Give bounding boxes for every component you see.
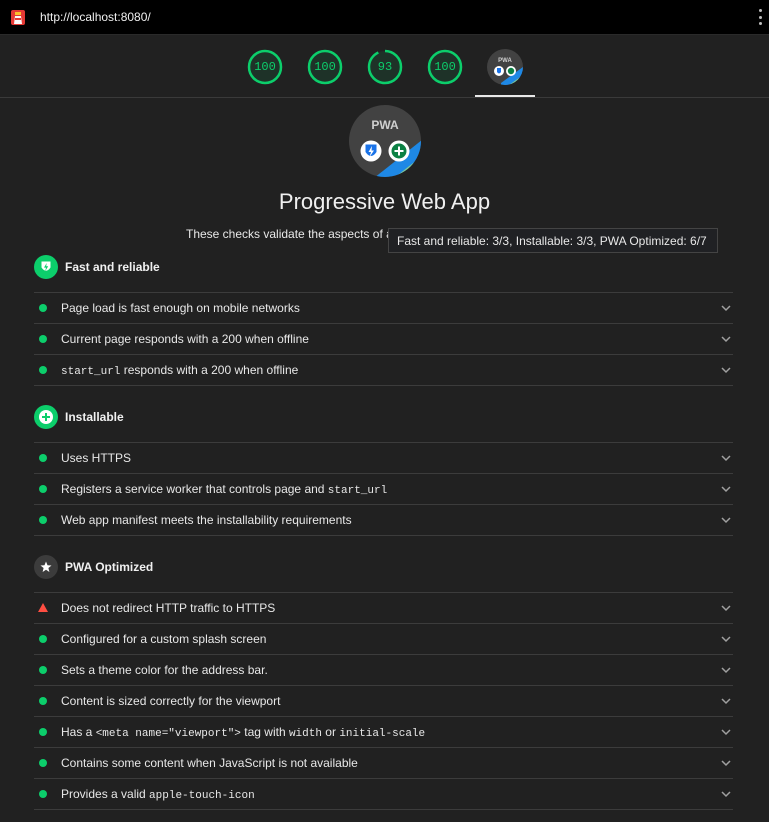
pass-status-icon	[39, 304, 47, 312]
audit-title: Contains some content when JavaScript is…	[61, 756, 358, 770]
fail-status-icon	[38, 603, 48, 612]
pass-status-icon	[39, 635, 47, 643]
audit-title: start_url responds with a 200 when offli…	[61, 363, 299, 378]
score-value: 100	[434, 60, 456, 74]
score-gauge[interactable]: 100	[307, 49, 343, 85]
audit-row[interactable]: Content is sized correctly for the viewp…	[34, 685, 733, 716]
category-description: These checks validate the aspects of a	[186, 227, 393, 241]
pass-status-icon	[39, 790, 47, 798]
pass-status-icon	[39, 728, 47, 736]
audit-title: Content is sized correctly for the viewp…	[61, 694, 281, 708]
chevron-down-icon[interactable]	[719, 756, 733, 770]
audit-row[interactable]: start_url responds with a 200 when offli…	[34, 354, 733, 386]
pass-status-icon	[39, 666, 47, 674]
chevron-down-icon[interactable]	[719, 482, 733, 496]
audit-row[interactable]: Configured for a custom splash screen	[34, 623, 733, 654]
audit-row[interactable]: Does not redirect HTTP traffic to HTTPS	[34, 592, 733, 623]
more-options-icon[interactable]	[759, 9, 763, 25]
pwa-category-icon: PWA	[349, 105, 421, 177]
group-title: Fast and reliable	[65, 260, 160, 274]
audit-title: Uses HTTPS	[61, 451, 132, 465]
pass-status-icon	[39, 697, 47, 705]
audit-row[interactable]: Uses HTTPS	[34, 442, 733, 473]
chevron-down-icon[interactable]	[719, 787, 733, 801]
audit-row[interactable]: Sets a theme color for the address bar.	[34, 654, 733, 685]
score-gauge[interactable]: 100	[427, 49, 463, 85]
audit-row[interactable]: Has a <meta name="viewport"> tag with wi…	[34, 716, 733, 747]
audit-row[interactable]: Provides a valid apple-touch-icon	[34, 778, 733, 810]
lighthouse-logo-icon	[11, 10, 25, 25]
pwa-badge-icon[interactable]: PWA	[487, 49, 523, 85]
pass-status-icon	[39, 366, 47, 374]
audit-title: Sets a theme color for the address bar.	[61, 663, 268, 677]
audit-row[interactable]: Page load is fast enough on mobile netwo…	[34, 292, 733, 323]
chevron-down-icon[interactable]	[719, 663, 733, 677]
chevron-down-icon[interactable]	[719, 451, 733, 465]
pass-status-icon	[39, 454, 47, 462]
audit-row[interactable]: Current page responds with a 200 when of…	[34, 323, 733, 354]
pass-status-icon	[39, 485, 47, 493]
audit-row[interactable]: Registers a service worker that controls…	[34, 473, 733, 504]
chevron-down-icon[interactable]	[719, 301, 733, 315]
chevron-down-icon[interactable]	[719, 632, 733, 646]
audit-title: Provides a valid apple-touch-icon	[61, 787, 255, 802]
chevron-down-icon[interactable]	[719, 694, 733, 708]
pass-status-icon	[39, 335, 47, 343]
score-tooltip: Fast and reliable: 3/3, Installable: 3/3…	[388, 228, 718, 253]
browser-bar: http://localhost:8080/	[0, 0, 769, 35]
svg-text:PWA: PWA	[371, 118, 399, 132]
chevron-down-icon[interactable]	[719, 332, 733, 346]
audit-row[interactable]: Web app manifest meets the installabilit…	[34, 504, 733, 536]
audit-title: Registers a service worker that controls…	[61, 482, 388, 497]
svg-text:PWA: PWA	[498, 58, 512, 64]
group-title: PWA Optimized	[65, 560, 154, 574]
audit-title: Web app manifest meets the installabilit…	[61, 513, 352, 527]
audit-title: Does not redirect HTTP traffic to HTTPS	[61, 601, 276, 615]
audit-title: Configured for a custom splash screen	[61, 632, 267, 646]
plus-circle-icon	[34, 405, 58, 429]
group-title: Installable	[65, 410, 124, 424]
audit-title: Has a <meta name="viewport"> tag with wi…	[61, 725, 426, 740]
chevron-down-icon[interactable]	[719, 601, 733, 615]
audit-row[interactable]: Contains some content when JavaScript is…	[34, 747, 733, 778]
star-icon	[34, 555, 58, 579]
score-gauge[interactable]: 100	[247, 49, 283, 85]
audit-title: Page load is fast enough on mobile netwo…	[61, 301, 300, 315]
score-value: 100	[314, 60, 336, 74]
page-title: Progressive Web App	[278, 189, 491, 214]
lightning-shield-icon	[34, 255, 58, 279]
pass-status-icon	[39, 516, 47, 524]
score-value: 100	[254, 60, 276, 74]
pass-status-icon	[39, 759, 47, 767]
score-header: 100 100 93 100 PWA	[0, 35, 769, 98]
chevron-down-icon[interactable]	[719, 725, 733, 739]
audit-title: Current page responds with a 200 when of…	[61, 332, 309, 346]
score-gauge[interactable]: 93	[367, 49, 403, 85]
chevron-down-icon[interactable]	[719, 363, 733, 377]
chevron-down-icon[interactable]	[719, 513, 733, 527]
active-tab-indicator	[475, 95, 535, 97]
score-value: 93	[377, 60, 393, 74]
page-url[interactable]: http://localhost:8080/	[40, 10, 151, 24]
